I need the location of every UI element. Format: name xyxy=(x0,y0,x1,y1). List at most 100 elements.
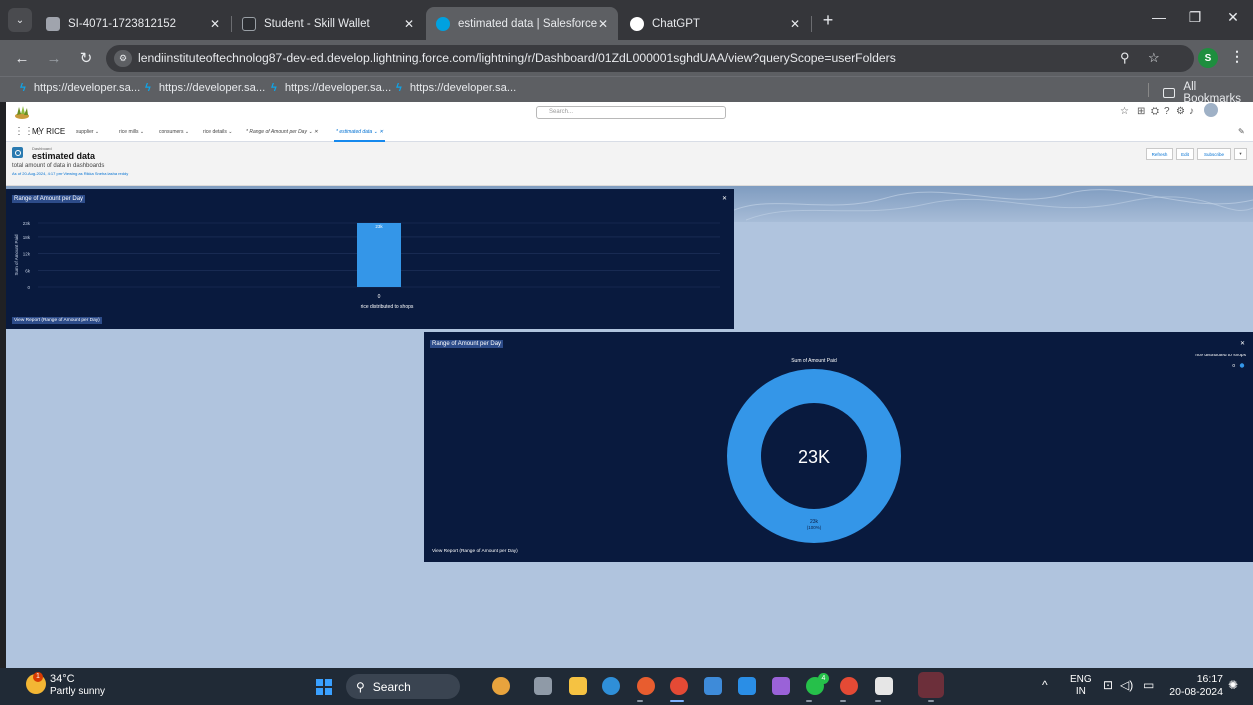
browser-menu-icon[interactable]: ⋮ xyxy=(1230,48,1244,65)
weather-temperature[interactable]: 34°C xyxy=(50,673,75,685)
sf-global-header: Search... ☆ ⊞ ⛭ ? ⚙ ♪ xyxy=(6,102,1253,122)
notifications-bell-icon[interactable]: ♪ xyxy=(1189,106,1194,117)
document-favicon-icon xyxy=(46,16,60,31)
bookmark-item[interactable]: ϟ https://developer.sa... xyxy=(396,82,516,94)
address-bar[interactable]: ⚙ lendiinstituteoftechnolog87-dev-ed.dev… xyxy=(106,45,1194,72)
tab-chatgpt[interactable]: ChatGPT ✕ xyxy=(620,7,812,40)
site-info-icon[interactable]: ⚙ xyxy=(114,50,132,67)
y-tick-label: 12k xyxy=(23,252,31,257)
running-indicator xyxy=(928,700,934,702)
sf-global-search-input[interactable]: Search... xyxy=(536,106,726,119)
tab-title: estimated data | Salesforce xyxy=(458,17,598,30)
bookmark-item[interactable]: ϟ https://developer.sa... xyxy=(271,82,391,94)
brave-browser-icon[interactable] xyxy=(637,677,655,695)
skill-wallet-favicon-icon xyxy=(242,16,256,31)
show-hidden-icons-chevron-icon[interactable]: ^ xyxy=(1042,678,1048,692)
nav-label: rice mills xyxy=(119,129,139,135)
refresh-button[interactable]: Refresh xyxy=(1146,148,1173,160)
chrome-browser-icon[interactable] xyxy=(670,677,688,695)
reload-icon[interactable]: ↻ xyxy=(76,48,96,68)
edit-button[interactable]: Edit xyxy=(1176,148,1194,160)
close-icon[interactable]: ✕ xyxy=(598,17,608,31)
view-report-link[interactable]: View Report (Range of Amount per Day) xyxy=(430,548,520,555)
bar-data-label: 23k xyxy=(375,224,383,229)
bookmark-star-icon[interactable]: ☆ xyxy=(1148,50,1160,66)
battery-icon[interactable]: ▭ xyxy=(1143,678,1154,692)
edge-browser-icon[interactable] xyxy=(602,677,620,695)
legend-item-label: 0 xyxy=(1232,363,1235,369)
salesforce-bolt-icon: ϟ xyxy=(145,82,151,94)
network-icon[interactable]: ⊡ xyxy=(1103,678,1113,692)
favorites-icon[interactable]: ☆ xyxy=(1120,106,1129,117)
zoom-icon[interactable]: ⚲ xyxy=(1120,50,1130,66)
bookmark-label: https://developer.sa... xyxy=(158,82,266,94)
salesforce-bolt-icon: ϟ xyxy=(396,82,402,94)
help-icon[interactable]: ? xyxy=(1164,106,1170,117)
chart-subtitle: Sum of Amount Paid xyxy=(791,358,837,364)
user-avatar[interactable] xyxy=(1204,103,1218,117)
tab-title: ChatGPT xyxy=(652,17,700,30)
profile-avatar[interactable]: S xyxy=(1198,48,1218,68)
snipping-tool-icon[interactable] xyxy=(875,677,893,695)
system-clock[interactable]: 16:17 20-08-2024 xyxy=(1167,673,1223,699)
nav-tab-range-of-amount[interactable]: * Range of Amount per Day ⌄ ✕ xyxy=(246,129,318,135)
clipchamp-icon[interactable] xyxy=(772,677,790,695)
close-icon[interactable]: ✕ xyxy=(404,17,414,31)
bookmark-item[interactable]: ϟ https://developer.sa... xyxy=(145,82,265,94)
close-icon[interactable]: ✕ xyxy=(790,17,800,31)
setup-gear-icon[interactable]: ⚙ xyxy=(1176,106,1185,117)
salesforce-page: Search... ☆ ⊞ ⛭ ? ⚙ ♪ ⋮⋮⋮ MY RICE suppli… xyxy=(6,102,1253,668)
url-text[interactable]: lendiinstituteoftechnolog87-dev-ed.devel… xyxy=(138,51,896,65)
volume-icon[interactable]: ◁) xyxy=(1120,678,1133,692)
trailhead-icon[interactable]: ⛭ xyxy=(1151,106,1159,117)
salesforce-bolt-icon: ϟ xyxy=(20,82,26,94)
windows-start-icon[interactable] xyxy=(316,679,332,695)
edit-nav-pencil-icon[interactable]: ✎ xyxy=(1238,127,1245,136)
tab-search-chevron-icon[interactable]: ⌄ xyxy=(8,8,32,32)
windows-taskbar: 1 34°C Partly sunny ⚲ Search 4 ^ ENG IN … xyxy=(0,668,1253,705)
subscribe-button[interactable]: Subscribe xyxy=(1197,148,1231,160)
y-tick-label: 6k xyxy=(25,268,31,273)
notification-center-icon[interactable]: ✺ xyxy=(1228,678,1238,692)
obs-studio-icon[interactable] xyxy=(918,672,944,698)
donut-center-label: 23K xyxy=(798,447,830,467)
back-arrow-icon[interactable]: ← xyxy=(12,48,32,68)
chrome-profile-icon[interactable] xyxy=(840,677,858,695)
salesforce-bolt-icon: ϟ xyxy=(271,82,277,94)
nav-item-rice-details[interactable]: rice details ⌄ xyxy=(203,129,233,135)
donut-chart: Sum of Amount Paid23K23k(100%)rice distr… xyxy=(727,354,1247,543)
y-tick-label: 0 xyxy=(27,285,30,290)
rice-app-logo-icon[interactable] xyxy=(14,104,30,120)
task-view-icon[interactable] xyxy=(534,677,552,695)
nav-item-consumers[interactable]: consumers ⌄ xyxy=(159,129,189,135)
vscode-icon[interactable] xyxy=(738,677,756,695)
tab-skill-wallet[interactable]: Student - Skill Wallet ✕ xyxy=(232,7,424,40)
whatsapp-badge: 4 xyxy=(818,673,829,684)
microsoft-store-icon[interactable] xyxy=(704,677,722,695)
taskbar-search-input[interactable]: ⚲ Search xyxy=(346,674,460,699)
nav-item-supplier[interactable]: supplier ⌄ xyxy=(76,129,99,135)
nav-tab-estimated-data[interactable]: * estimated data ⌄ ✕ xyxy=(334,127,386,142)
cat-widget-app-icon[interactable] xyxy=(492,677,510,695)
view-report-link[interactable]: View Report (Range of Amount per Day) xyxy=(12,317,102,324)
input-language-indicator[interactable]: ENG IN xyxy=(1070,674,1092,698)
nav-label: supplier xyxy=(76,129,94,135)
close-icon[interactable]: ✕ xyxy=(210,17,220,31)
folder-icon xyxy=(1163,88,1176,98)
global-actions-icon[interactable]: ⊞ xyxy=(1137,106,1145,117)
restore-icon[interactable]: ❐ xyxy=(1183,9,1207,26)
more-actions-chevron-icon[interactable]: ▾ xyxy=(1234,148,1247,160)
widget-title[interactable]: Range of Amount per Day xyxy=(430,340,504,348)
bookmark-item[interactable]: ϟ https://developer.sa... xyxy=(20,82,140,94)
new-tab-button[interactable]: + xyxy=(816,8,840,32)
window-close-icon[interactable]: ✕ xyxy=(1221,9,1245,26)
minimize-icon[interactable]: — xyxy=(1147,9,1171,25)
search-label: Search xyxy=(372,679,411,694)
weather-condition[interactable]: Partly sunny xyxy=(50,686,105,697)
expand-icon[interactable]: ✕ xyxy=(1240,340,1245,347)
tab-estimated-data-salesforce[interactable]: estimated data | Salesforce ✕ xyxy=(426,7,618,40)
file-explorer-icon[interactable] xyxy=(569,677,587,695)
nav-item-rice-mills[interactable]: rice mills ⌄ xyxy=(119,129,144,135)
tab-si-4071[interactable]: SI-4071-1723812152 ✕ xyxy=(36,7,232,40)
forward-arrow-icon[interactable]: → xyxy=(44,48,64,68)
